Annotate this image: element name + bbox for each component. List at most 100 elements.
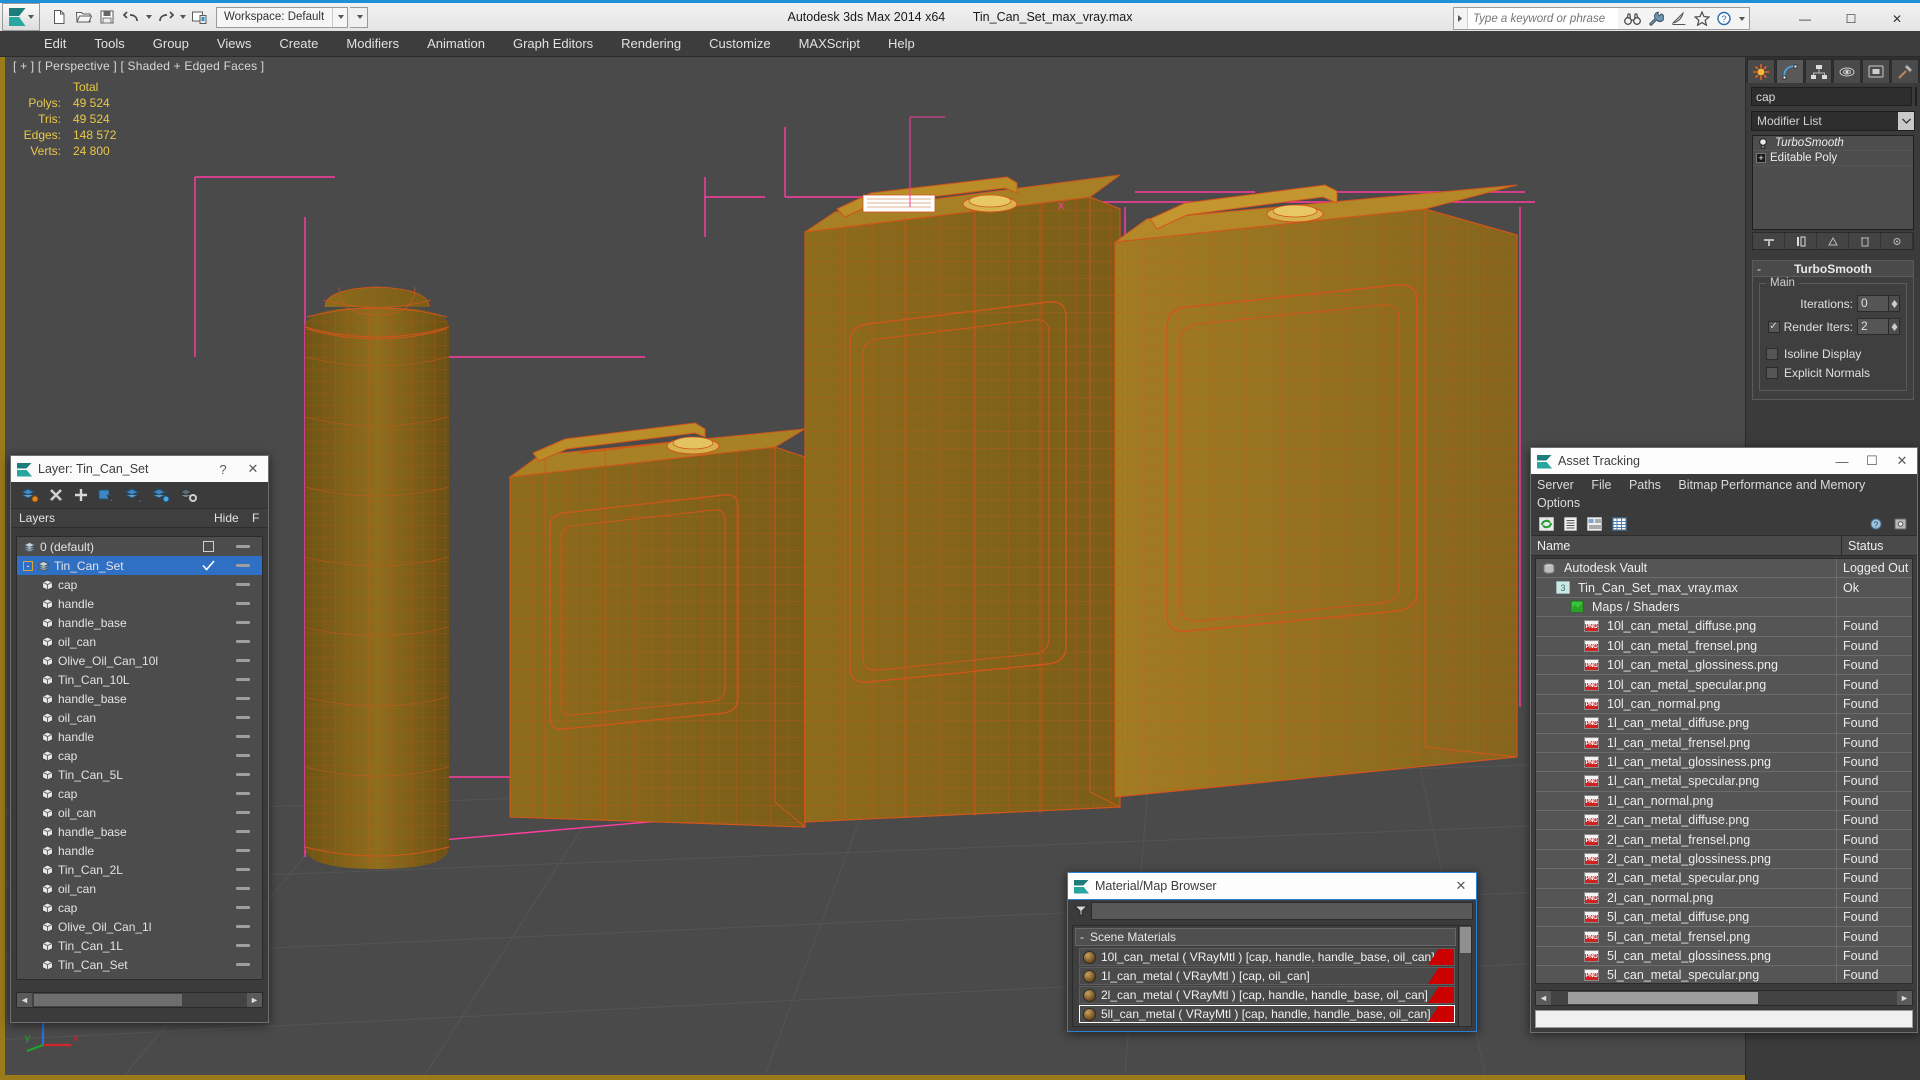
project-folder-button[interactable]	[188, 6, 210, 28]
mmb-vertical-scrollbar[interactable]	[1458, 926, 1471, 1026]
search-input[interactable]	[1468, 8, 1618, 29]
layer-hide-cell[interactable]	[224, 868, 262, 871]
spinner-arrows-icon[interactable]	[1889, 295, 1900, 312]
menu-item-views[interactable]: Views	[203, 31, 265, 57]
save-file-button[interactable]	[96, 6, 118, 28]
layer-hide-cell[interactable]	[224, 583, 262, 586]
layer-row[interactable]: oil_can	[17, 632, 262, 651]
undo-button[interactable]	[120, 6, 142, 28]
layer-hide-cell[interactable]	[224, 735, 262, 738]
asset-row[interactable]: PNG 2l_can_metal_frensel.png Found	[1536, 830, 1912, 850]
layer-row[interactable]: handle	[17, 594, 262, 613]
undo-dropdown-icon[interactable]	[146, 15, 152, 19]
menu-item-tools[interactable]: Tools	[80, 31, 138, 57]
layer-hide-cell[interactable]	[224, 754, 262, 757]
app-logo-button[interactable]	[2, 3, 40, 31]
layer-row[interactable]: oil_can	[17, 708, 262, 727]
redo-dropdown-icon[interactable]	[180, 15, 186, 19]
asset-menu-options[interactable]: Options	[1537, 496, 1580, 510]
vault-settings-icon[interactable]	[1893, 517, 1909, 531]
layer-hide-cell[interactable]	[224, 545, 262, 548]
tab-create[interactable]	[1747, 59, 1775, 83]
select-layer-objects-icon[interactable]	[125, 487, 143, 503]
configure-sets-button[interactable]	[1881, 233, 1913, 249]
help-search-box[interactable]: ?	[1453, 7, 1750, 30]
mmb-material-list[interactable]: - Scene Materials 10l_can_metal ( VRayMtl …	[1072, 925, 1472, 1027]
menu-item-customize[interactable]: Customize	[695, 31, 784, 57]
wrench-icon[interactable]	[1645, 8, 1666, 29]
layer-horizontal-scrollbar[interactable]: ◄ ►	[16, 992, 263, 1008]
pin-stack-button[interactable]	[1753, 233, 1785, 249]
select-object-layer-icon[interactable]	[98, 487, 116, 503]
layer-row[interactable]: handle_base	[17, 822, 262, 841]
layer-row[interactable]: cap	[17, 746, 262, 765]
render-iters-value[interactable]: 2	[1857, 318, 1889, 335]
scroll-right-arrow-icon[interactable]: ►	[247, 993, 262, 1007]
new-file-button[interactable]	[48, 6, 70, 28]
binoculars-icon[interactable]	[1622, 8, 1643, 29]
layer-hide-cell[interactable]	[224, 849, 262, 852]
layer-hide-cell[interactable]	[224, 678, 262, 681]
help-dropdown-icon[interactable]	[1739, 16, 1745, 21]
menu-item-graph-editors[interactable]: Graph Editors	[499, 31, 607, 57]
asset-row[interactable]: PNG 1l_can_metal_glossiness.png Found	[1536, 752, 1912, 773]
layer-row[interactable]: handle	[17, 841, 262, 860]
layer-visibility-cell[interactable]	[192, 560, 224, 571]
asset-row[interactable]: PNG 5l_can_metal_frensel.png Found	[1536, 927, 1912, 947]
layer-row[interactable]: handle_base	[17, 689, 262, 708]
tab-display[interactable]	[1862, 59, 1891, 83]
modifier-list-dropdown[interactable]: Modifier List	[1751, 111, 1915, 131]
asset-row[interactable]: PNG 5l_can_metal_diffuse.png Found	[1536, 908, 1912, 928]
asset-menu-paths[interactable]: Paths	[1629, 478, 1661, 492]
asset-menu-server[interactable]: Server	[1537, 478, 1574, 492]
menu-item-rendering[interactable]: Rendering	[607, 31, 695, 57]
asset-row[interactable]: PNG 2l_can_metal_diffuse.png Found	[1536, 811, 1912, 831]
asset-close-button[interactable]: ✕	[1887, 448, 1917, 474]
scroll-left-arrow-icon[interactable]: ◄	[17, 993, 32, 1007]
layer-row[interactable]: Tin_Can_2L	[17, 860, 262, 879]
asset-row[interactable]: PNG 1l_can_normal.png Found	[1536, 791, 1912, 812]
menu-item-help[interactable]: Help	[874, 31, 929, 57]
layer-hide-cell[interactable]	[224, 716, 262, 719]
layer-hide-cell[interactable]	[224, 925, 262, 928]
asset-row[interactable]: PNG 5l_can_metal_specular.png Found	[1536, 966, 1912, 983]
material-row[interactable]: 2l_can_metal ( VRayMtl ) [cap, handle, h…	[1079, 986, 1455, 1004]
group-collapse-icon[interactable]: -	[1080, 930, 1084, 944]
layer-hide-cell[interactable]	[224, 830, 262, 833]
layer-hide-cell[interactable]	[224, 792, 262, 795]
maximize-button[interactable]: ☐	[1828, 3, 1874, 34]
scroll-right-arrow-icon[interactable]: ►	[1897, 991, 1912, 1005]
layer-hide-cell[interactable]	[224, 887, 262, 890]
detail-view-icon[interactable]	[1587, 516, 1602, 531]
layer-row[interactable]: handle	[17, 727, 262, 746]
layer-list[interactable]: 0 (default) - Tin_Can_Set cap handle handle_b…	[16, 536, 263, 980]
layer-row[interactable]: Olive_Oil_Can_10l	[17, 651, 262, 670]
asset-maximize-button[interactable]: ☐	[1857, 448, 1887, 474]
material-row[interactable]: 5ll_can_metal ( VRayMtl ) [cap, handle, …	[1079, 1005, 1455, 1023]
layer-hide-cell[interactable]	[224, 621, 262, 624]
layer-settings-icon[interactable]	[179, 487, 197, 503]
layer-row[interactable]: cap	[17, 898, 262, 917]
material-row[interactable]: 10l_can_metal ( VRayMtl ) [cap, handle, …	[1079, 948, 1455, 966]
remove-modifier-button[interactable]	[1849, 233, 1881, 249]
layer-hide-cell[interactable]	[224, 697, 262, 700]
layer-dialog[interactable]: Layer: Tin_Can_Set ? ✕ Layers Hide F 0 (…	[10, 455, 269, 1023]
help-icon[interactable]: ?	[1714, 8, 1735, 29]
redo-button[interactable]	[154, 6, 176, 28]
asset-list[interactable]: Autodesk Vault Logged Out 3 Tin_Can_Set_max…	[1535, 558, 1913, 984]
close-button[interactable]: ✕	[1874, 3, 1920, 34]
modifier-stack-item-editable-poly[interactable]: + Editable Poly	[1753, 151, 1913, 166]
layer-row[interactable]: cap	[17, 575, 262, 594]
asset-row[interactable]: 3 Tin_Can_Set_max_vray.max Ok	[1536, 578, 1912, 598]
tab-modify[interactable]	[1775, 59, 1804, 83]
layer-row[interactable]: Tin_Can_1L	[17, 936, 262, 955]
asset-row[interactable]: Autodesk Vault Logged Out	[1536, 559, 1912, 579]
menu-item-create[interactable]: Create	[265, 31, 332, 57]
search-expand-icon[interactable]	[1454, 8, 1468, 29]
workspace-selector[interactable]: Workspace: Default	[216, 6, 349, 28]
make-unique-button[interactable]	[1817, 233, 1849, 249]
add-to-layer-icon[interactable]	[73, 487, 89, 503]
rollout-header[interactable]: - TurboSmooth	[1753, 261, 1913, 277]
minimize-button[interactable]: —	[1782, 3, 1828, 34]
layer-row[interactable]: Tin_Can_10L	[17, 670, 262, 689]
